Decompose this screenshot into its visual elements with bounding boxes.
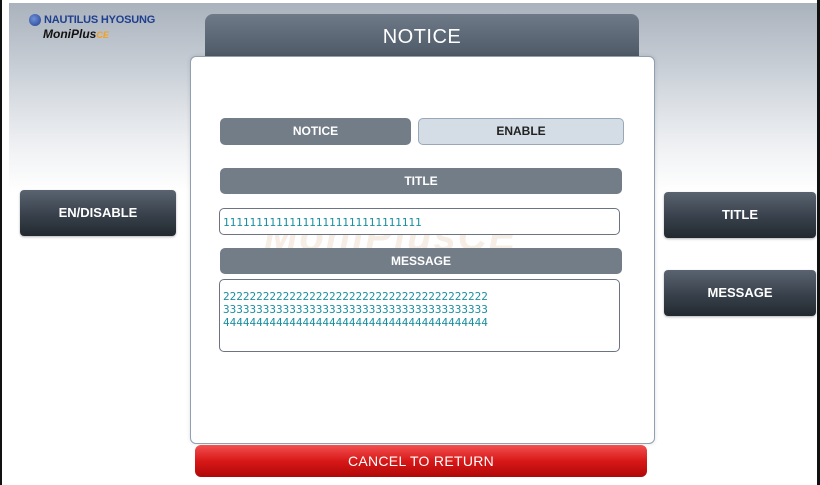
brand-logo: NAUTILUS HYOSUNG MoniPlusCE (29, 14, 155, 41)
title-section-header: TITLE (220, 168, 622, 194)
message-line: 2222222222222222222222222222222222222222 (223, 290, 488, 303)
product-suffix: CE (96, 30, 109, 40)
screen-border-left (0, 0, 2, 485)
title-text-field[interactable]: 111111111111111111111111111111 (219, 208, 620, 235)
hyosung-logo-icon (29, 14, 41, 26)
message-line: 3333333333333333333333333333333333333333 (223, 303, 488, 316)
enable-status-value: ENABLE (418, 118, 624, 145)
notice-status-label: NOTICE (220, 118, 411, 145)
brand-name: NAUTILUS HYOSUNG (29, 14, 155, 26)
message-text-field[interactable]: 2222222222222222222222222222222222222222… (219, 279, 620, 352)
message-line: 4444444444444444444444444444444444444444 (223, 316, 488, 329)
cancel-to-return-button[interactable]: CANCEL TO RETURN (195, 445, 647, 477)
product-name: MoniPlusCE (43, 27, 155, 41)
message-section-header: MESSAGE (220, 248, 622, 274)
page-title: NOTICE (205, 14, 639, 58)
message-button[interactable]: MESSAGE (664, 270, 816, 316)
product-label: MoniPlus (43, 27, 97, 41)
title-button[interactable]: TITLE (664, 192, 816, 238)
brand-label: NAUTILUS HYOSUNG (44, 14, 156, 26)
en-disable-button[interactable]: EN/DISABLE (20, 190, 176, 236)
atm-screen: NAUTILUS HYOSUNG MoniPlusCE NOTICE MoniP… (9, 3, 817, 483)
